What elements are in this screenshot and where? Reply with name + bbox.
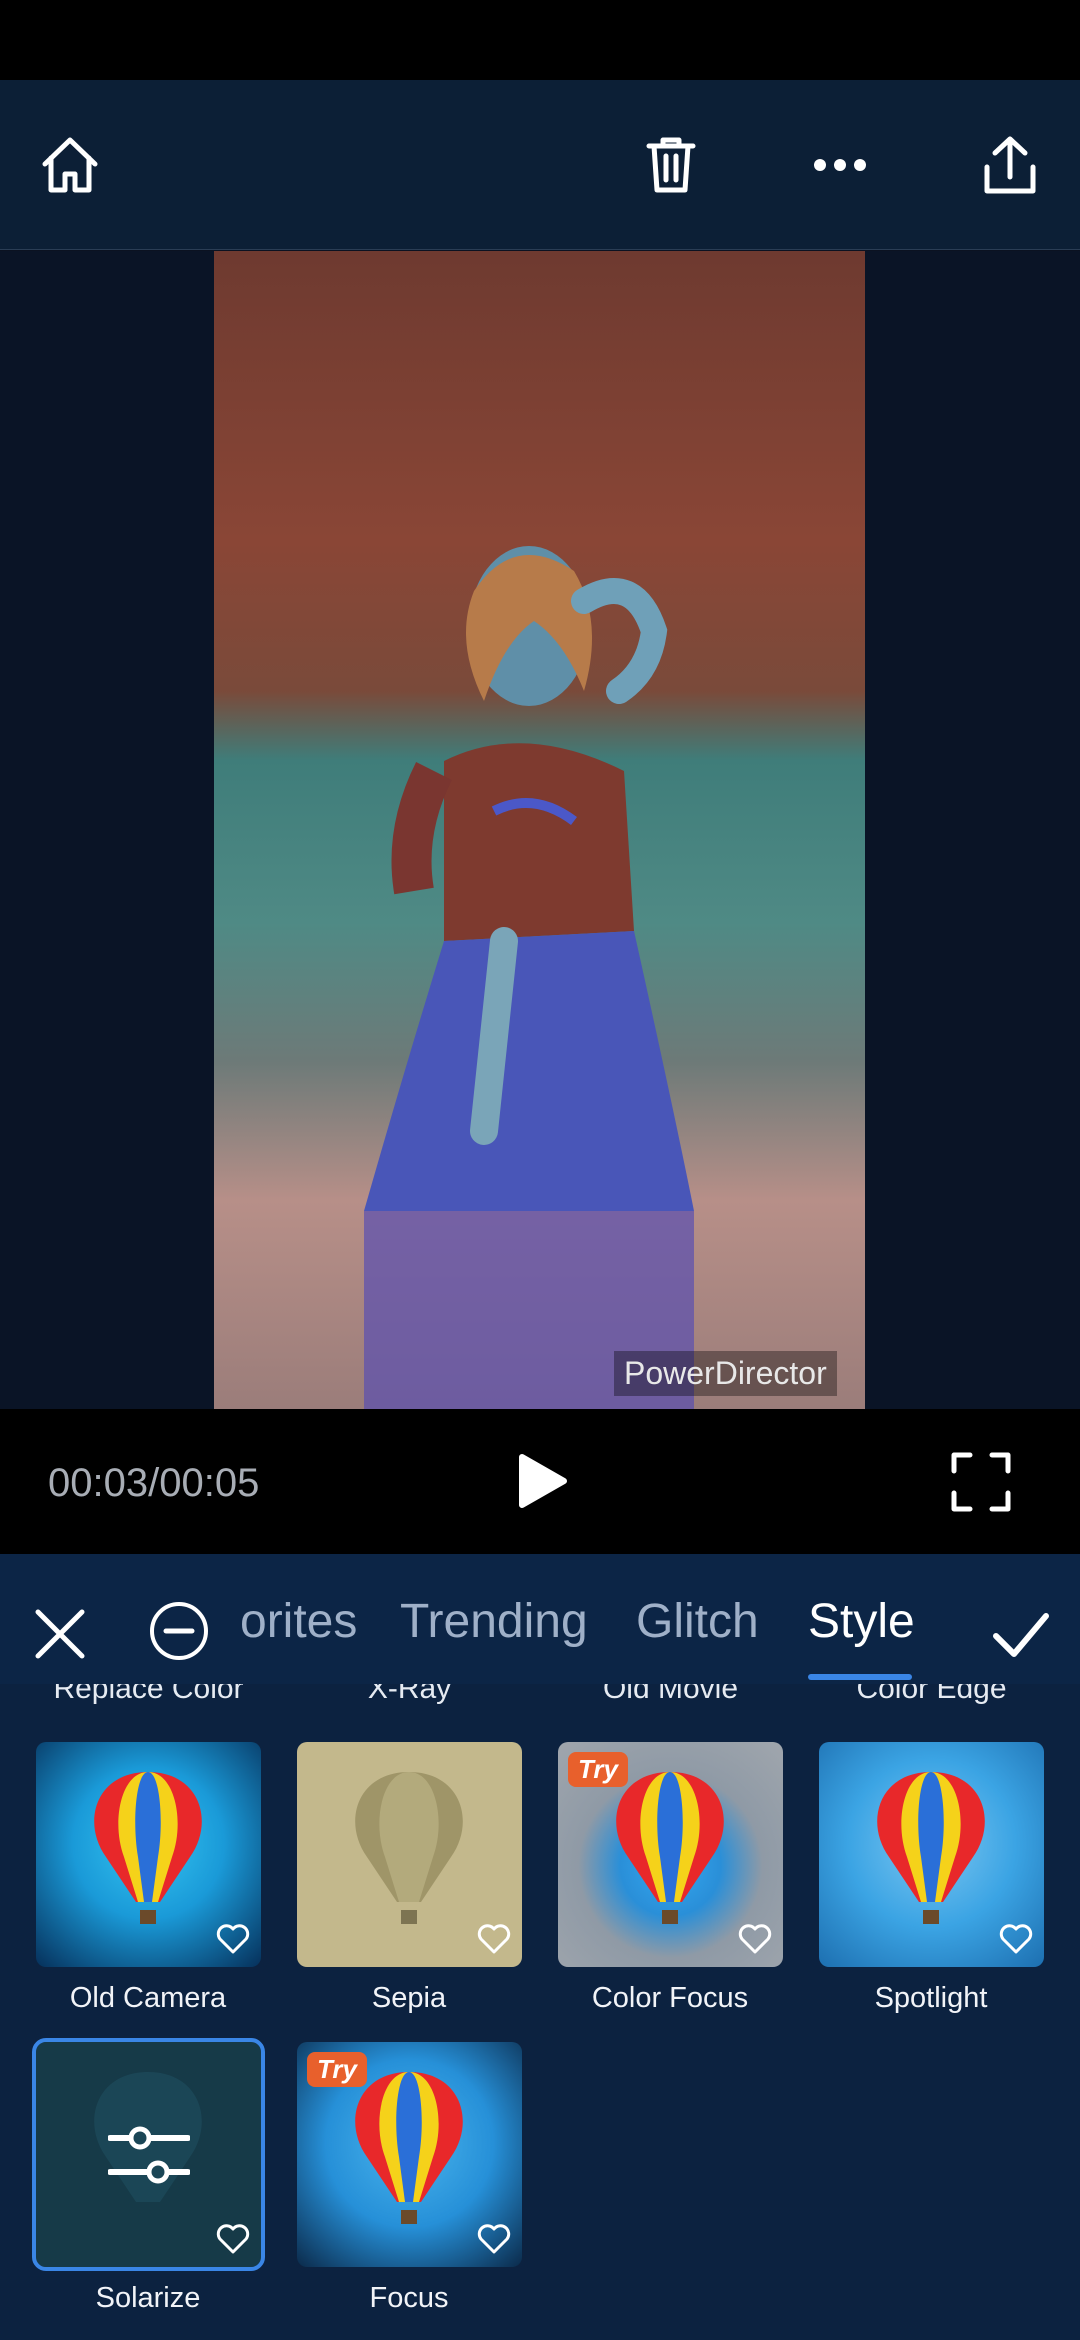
effect-tile-focus[interactable]: Try	[297, 2042, 522, 2267]
tab-trending[interactable]: Trending	[400, 1594, 588, 1649]
share-icon	[984, 136, 1036, 194]
close-button[interactable]	[30, 1604, 90, 1664]
close-icon	[35, 1609, 85, 1659]
more-button[interactable]	[805, 130, 875, 200]
adjust-settings-icon[interactable]	[108, 2122, 190, 2188]
active-tab-indicator	[808, 1674, 912, 1680]
heart-icon[interactable]	[476, 2221, 512, 2257]
effects-tab-bar: orites Trending Glitch Style	[0, 1554, 1080, 1684]
effect-label-partial: X-Ray	[367, 1684, 452, 1705]
effect-label: Old Camera	[69, 1982, 227, 2014]
heart-icon[interactable]	[737, 1921, 773, 1957]
home-icon	[42, 137, 98, 193]
try-badge: Try	[307, 2052, 367, 2087]
heart-icon[interactable]	[998, 1921, 1034, 1957]
checkmark-icon	[993, 1613, 1049, 1657]
play-button[interactable]	[510, 1451, 570, 1511]
effect-label: Sepia	[371, 1982, 447, 2014]
effect-label: Spotlight	[874, 1982, 988, 2014]
tab-style[interactable]: Style	[808, 1594, 915, 1649]
heart-icon[interactable]	[476, 1921, 512, 1957]
effects-panel: orites Trending Glitch Style Replace Col…	[0, 1554, 1080, 2340]
heart-icon[interactable]	[215, 1921, 251, 1957]
effect-label: Solarize	[95, 2282, 201, 2314]
fullscreen-icon	[951, 1452, 1011, 1512]
watermark: PowerDirector	[614, 1351, 837, 1396]
minus-circle-icon	[150, 1602, 208, 1660]
top-toolbar	[0, 80, 1080, 250]
confirm-button[interactable]	[990, 1604, 1052, 1666]
playback-bar: 00:03/00:05	[0, 1409, 1080, 1554]
heart-icon[interactable]	[215, 2221, 251, 2257]
play-icon	[519, 1454, 567, 1508]
video-preview[interactable]: PowerDirector	[0, 251, 1080, 1409]
trash-icon	[646, 137, 696, 193]
remove-effect-button[interactable]	[148, 1600, 210, 1662]
effect-label-partial: Replace Color	[53, 1684, 244, 1705]
status-bar	[0, 0, 1080, 80]
effect-tile-solarize[interactable]	[32, 2038, 265, 2271]
solarized-person-image	[364, 546, 694, 1409]
home-button[interactable]	[35, 130, 105, 200]
effect-label-partial: Color Edge	[856, 1684, 1007, 1705]
delete-button[interactable]	[636, 130, 706, 200]
tab-glitch[interactable]: Glitch	[636, 1594, 759, 1649]
video-frame: PowerDirector	[214, 251, 865, 1409]
effect-label-partial: Old Movie	[602, 1684, 739, 1705]
time-display: 00:03/00:05	[48, 1461, 260, 1505]
more-icon	[814, 159, 866, 171]
effect-category-tabs: orites Trending Glitch Style	[240, 1554, 940, 1684]
share-button[interactable]	[975, 130, 1045, 200]
tab-favorites[interactable]: orites	[240, 1594, 357, 1649]
effect-tile-old-camera[interactable]	[36, 1742, 261, 1967]
effect-tile-color-focus[interactable]: Try	[558, 1742, 783, 1967]
effect-label: Focus	[369, 2282, 449, 2314]
effect-tile-spotlight[interactable]	[819, 1742, 1044, 1967]
effects-grid: Replace Color X-Ray Old Movie Color Edge…	[0, 1684, 1080, 2340]
fullscreen-button[interactable]	[950, 1451, 1012, 1513]
effect-label: Color Focus	[591, 1982, 749, 2014]
effect-tile-sepia[interactable]	[297, 1742, 522, 1967]
try-badge: Try	[568, 1752, 628, 1787]
